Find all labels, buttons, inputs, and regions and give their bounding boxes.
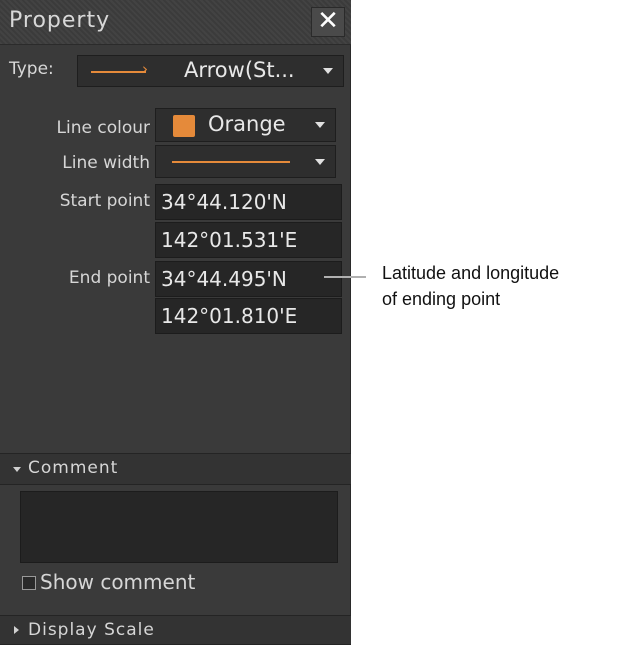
arrow-line-preview-icon <box>91 71 146 73</box>
end-point-lon-field[interactable]: 142°01.810'E <box>155 298 342 334</box>
start-point-label: Start point <box>59 191 150 211</box>
start-point-lon-field[interactable]: 142°01.531'E <box>155 222 342 258</box>
comment-textarea[interactable] <box>20 491 338 563</box>
callout-annotation: Latitude and longitude of ending point <box>382 260 619 312</box>
chevron-down-icon <box>315 122 325 128</box>
callout-leader-line <box>324 276 366 278</box>
end-point-lat-field[interactable]: 34°44.495'N <box>155 261 342 297</box>
comment-section-header[interactable]: Comment <box>0 453 351 485</box>
line-width-dropdown[interactable] <box>155 145 336 178</box>
line-colour-dropdown[interactable]: Orange <box>155 108 336 142</box>
close-icon: ✕ <box>317 6 339 36</box>
display-scale-header-label: Display Scale <box>28 620 155 640</box>
line-colour-label: Line colour <box>56 118 150 138</box>
colour-swatch <box>173 115 195 137</box>
type-label: Type: <box>9 59 54 79</box>
chevron-right-icon <box>14 626 19 634</box>
chevron-down-icon <box>323 68 333 74</box>
window-title: Property <box>9 8 111 33</box>
display-scale-section-header[interactable]: Display Scale <box>0 615 351 645</box>
start-point-lat-field[interactable]: 34°44.120'N <box>155 184 342 220</box>
chevron-down-icon <box>315 158 325 165</box>
type-dropdown[interactable]: › Arrow(St... <box>77 55 344 87</box>
callout-line-2: of ending point <box>382 289 501 309</box>
line-width-preview-icon <box>172 161 290 163</box>
title-bar: Property ✕ <box>0 0 351 45</box>
line-width-label: Line width <box>62 153 150 173</box>
end-point-label: End point <box>68 268 150 288</box>
callout-line-1: Latitude and longitude <box>382 263 560 283</box>
show-comment-label: Show comment <box>40 570 196 594</box>
type-value: Arrow(St... <box>184 58 295 82</box>
line-colour-value: Orange <box>208 112 286 136</box>
comment-header-label: Comment <box>28 458 119 478</box>
show-comment-checkbox[interactable] <box>22 576 36 590</box>
arrow-head-icon: › <box>142 60 148 78</box>
close-button[interactable]: ✕ <box>311 7 345 37</box>
property-panel: Property ✕ Type: › Arrow(St... Line colo… <box>0 0 351 645</box>
chevron-down-icon <box>13 467 21 472</box>
